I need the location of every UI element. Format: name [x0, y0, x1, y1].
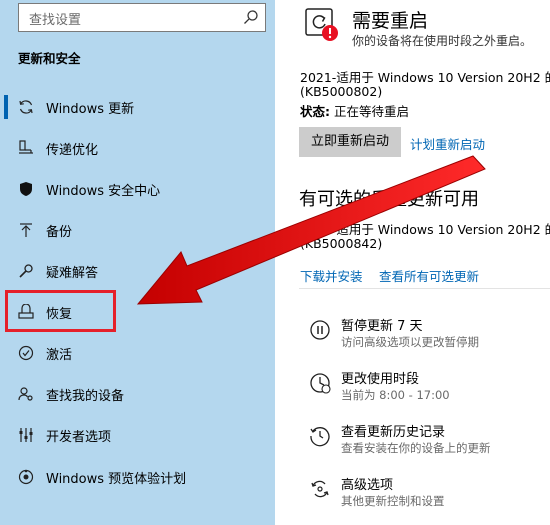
schedule-restart-link[interactable]: 计划重新启动 — [410, 134, 485, 153]
developer-icon — [19, 428, 33, 442]
update1-status: 状态: 正在等待重启 — [300, 101, 409, 120]
refresh-icon — [19, 100, 33, 114]
status-label: 状态: — [300, 104, 330, 119]
sidebar-item-developer-options[interactable]: 开发者选项 — [0, 417, 275, 453]
sidebar-item-windows-update[interactable]: Windows 更新 — [0, 89, 275, 125]
pause-updates-option[interactable]: 暂停更新 7 天 访问高级选项以更改暂停期 — [299, 315, 550, 359]
person-location-icon — [18, 387, 33, 401]
sidebar-item-label: 传递优化 — [46, 143, 99, 158]
sidebar-item-find-my-device[interactable]: 查找我的设备 — [0, 376, 275, 412]
option-title: 查看更新历史记录 — [341, 425, 446, 440]
divider — [299, 288, 550, 289]
view-all-optional-link[interactable]: 查看所有可选更新 — [379, 266, 479, 285]
sidebar-item-windows-insider[interactable]: Windows 预览体验计划 — [0, 459, 275, 495]
sidebar-item-windows-security[interactable]: Windows 安全中心 — [0, 171, 275, 207]
sidebar-item-backup[interactable]: 备份 — [0, 212, 275, 248]
insider-icon — [18, 469, 34, 485]
option-subtitle: 其他更新控制和设置 — [341, 494, 445, 508]
option-title: 更改使用时段 — [341, 372, 420, 387]
sidebar-item-label: 疑难解答 — [46, 266, 99, 281]
restart-now-button[interactable]: 立即重新启动 — [299, 127, 401, 157]
section-title: 更新和安全 — [18, 51, 81, 66]
option-subtitle: 当前为 8:00 - 17:00 — [341, 388, 450, 402]
change-active-hours-option[interactable]: 更改使用时段 当前为 8:00 - 17:00 — [299, 368, 550, 412]
check-circle-icon — [18, 345, 34, 361]
status-value: 正在等待重启 — [330, 104, 409, 119]
advanced-settings-icon — [311, 480, 329, 498]
search-box[interactable]: 查找设置 — [18, 3, 266, 32]
main-panel: 需要重启 你的设备将在使用时段之外重启。 2021-适用于 Windows 10… — [275, 0, 550, 525]
optional-updates-title: 有可选的质量更新可用 — [299, 189, 479, 210]
backup-arrow-icon — [20, 223, 32, 237]
option-title: 暂停更新 7 天 — [341, 319, 423, 334]
clock-icon — [310, 373, 331, 394]
option-subtitle: 查看安装在你的设备上的更新 — [341, 441, 491, 455]
delivery-optimization-icon — [19, 140, 33, 154]
wrench-icon — [19, 264, 33, 278]
restart-required-icon — [305, 8, 338, 41]
sidebar: 查找设置 更新和安全 Windows 更新 传递优化 Windows 安全中心 — [0, 0, 275, 525]
sidebar-item-label: 备份 — [46, 225, 73, 240]
update1-kb: (KB5000802) — [300, 84, 383, 99]
sidebar-item-label: Windows 更新 — [46, 102, 135, 117]
sidebar-item-label: Windows 预览体验计划 — [46, 472, 187, 487]
option-title: 高级选项 — [341, 478, 394, 493]
pause-icon — [310, 320, 330, 340]
recovery-highlight-box — [5, 290, 116, 332]
sidebar-item-delivery-optimization[interactable]: 传递优化 — [0, 130, 275, 166]
sidebar-item-troubleshoot[interactable]: 疑难解答 — [0, 253, 275, 289]
sidebar-item-activation[interactable]: 激活 — [0, 335, 275, 371]
shield-icon — [20, 182, 32, 196]
advanced-options-option[interactable]: 高级选项 其他更新控制和设置 — [299, 474, 550, 518]
sidebar-item-label: 激活 — [46, 348, 73, 363]
search-icon[interactable] — [243, 9, 259, 25]
sidebar-item-label: 查找我的设备 — [46, 389, 125, 404]
history-icon — [310, 427, 330, 447]
update2-kb: (KB5000842) — [300, 236, 383, 251]
restart-title: 需要重启 — [352, 10, 429, 32]
option-subtitle: 访问高级选项以更改暂停期 — [341, 335, 479, 349]
download-install-link[interactable]: 下载并安装 — [300, 266, 363, 285]
sidebar-item-label: 开发者选项 — [46, 430, 112, 445]
search-placeholder[interactable]: 查找设置 — [29, 9, 81, 28]
update-history-option[interactable]: 查看更新历史记录 查看安装在你的设备上的更新 — [299, 421, 550, 465]
restart-subtitle: 你的设备将在使用时段之外重启。 — [352, 34, 533, 48]
sidebar-item-label: Windows 安全中心 — [46, 184, 161, 199]
